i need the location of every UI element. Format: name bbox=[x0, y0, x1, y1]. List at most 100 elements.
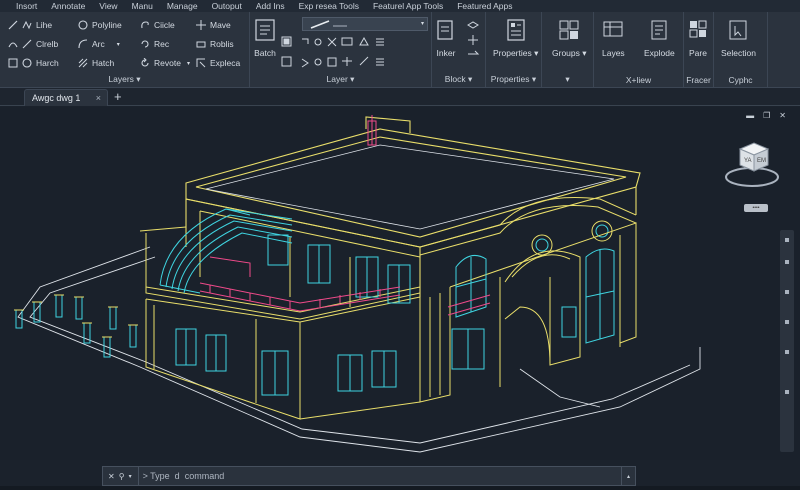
viewcube-icon: YA EM bbox=[725, 142, 779, 187]
viewcube[interactable]: YA EM •••• bbox=[722, 135, 782, 212]
chevron-down-icon[interactable]: ▾ bbox=[129, 473, 132, 480]
hatch-label: Hatch bbox=[92, 58, 115, 68]
snap-icon bbox=[22, 20, 32, 30]
polyline-label: Polyline bbox=[92, 20, 122, 30]
panel-view: Layes Explode X+liew bbox=[594, 12, 684, 88]
roblis-tool[interactable]: Roblis bbox=[196, 37, 234, 51]
panel-title-properties[interactable]: Properties ▾ bbox=[486, 74, 541, 85]
layes-label: Layes bbox=[602, 48, 625, 58]
revote-tool[interactable]: Revote ▾ bbox=[140, 56, 190, 70]
harch-tool[interactable]: Harch bbox=[8, 56, 59, 70]
circle-icon bbox=[78, 20, 88, 30]
new-tab-button[interactable]: + bbox=[114, 90, 122, 104]
viewcube-wcs-button[interactable]: •••• bbox=[744, 204, 768, 212]
arc-icon bbox=[78, 39, 88, 49]
drawing-canvas[interactable]: ▬ ❐ ✕ YA EM •••• bbox=[0, 107, 800, 460]
paste-icon bbox=[689, 20, 707, 38]
customize-icon[interactable]: ⚲ bbox=[119, 472, 125, 481]
properties-button[interactable]: Properties ▾ bbox=[493, 18, 538, 59]
explode-button[interactable]: Explode bbox=[644, 18, 675, 58]
rotate-arrow-icon bbox=[140, 58, 150, 68]
properties-label: Properties ▾ bbox=[493, 48, 539, 58]
svg-text:EM: EM bbox=[757, 158, 766, 164]
menu-insert[interactable]: Insort bbox=[16, 1, 37, 11]
panel-cyphc: Selection Cyphc bbox=[714, 12, 768, 88]
inker-button[interactable]: Inker bbox=[436, 18, 456, 58]
close-command-icon[interactable]: ✕ bbox=[108, 472, 115, 481]
menu-featured-app-tools[interactable]: Featurel App Tools bbox=[373, 1, 443, 11]
menu-add-ins[interactable]: Add Ins bbox=[256, 1, 285, 11]
explode-small-icon bbox=[196, 58, 206, 68]
panel-fracer: Pare Fracer bbox=[684, 12, 714, 88]
panel-title-layers[interactable]: Layers ▾ bbox=[0, 74, 249, 85]
inker-label: Inker bbox=[436, 48, 456, 58]
layes-button[interactable]: Layes bbox=[602, 18, 625, 58]
circle-tool[interactable]: Clrelb bbox=[8, 37, 58, 51]
rec-label: Rec bbox=[154, 39, 170, 49]
command-line-icons: ✕ ⚲ ▾ bbox=[103, 467, 139, 485]
panel-title-cyphc[interactable]: Cyphc bbox=[714, 75, 767, 85]
chevron-down-icon: ▾ bbox=[420, 21, 424, 27]
layes-icon bbox=[603, 21, 623, 37]
revote-label: Revote bbox=[154, 58, 181, 68]
panel-properties: Properties ▾ Properties ▾ bbox=[486, 12, 542, 88]
status-bar bbox=[0, 486, 800, 490]
menu-view[interactable]: View bbox=[99, 1, 117, 11]
rotate-icon bbox=[140, 39, 150, 49]
panel-layer: Batch ▾ Layer ▾ bbox=[250, 12, 432, 88]
panel-block: Inker Block ▾ bbox=[432, 12, 486, 88]
circle2-label: Ciicle bbox=[154, 20, 175, 30]
menu-featured-apps[interactable]: Featured Apps bbox=[457, 1, 512, 11]
polyline-tool[interactable]: Polyline bbox=[78, 18, 122, 32]
circle-tool-2[interactable]: Ciicle bbox=[140, 18, 175, 32]
selection-icon bbox=[729, 20, 747, 40]
hatch-tool[interactable]: Hatch bbox=[78, 56, 114, 70]
menu-output[interactable]: Outoput bbox=[212, 1, 242, 11]
layer-swatch-icon bbox=[310, 20, 347, 29]
menu-annotate[interactable]: Annotate bbox=[51, 1, 85, 11]
explode-small-tool[interactable]: Expleca bbox=[196, 56, 240, 70]
panel-title-layer[interactable]: Layer ▾ bbox=[250, 74, 431, 85]
pare-button[interactable]: Pare bbox=[687, 18, 709, 58]
menu-manu[interactable]: Manu bbox=[132, 1, 153, 11]
circle-label: Clrelb bbox=[36, 39, 59, 49]
command-line: ✕ ⚲ ▾ ▴ bbox=[102, 466, 636, 486]
panel-title-view[interactable]: X+liew bbox=[594, 75, 683, 85]
command-input[interactable] bbox=[138, 471, 621, 481]
panel-title-fracer[interactable]: Fracer bbox=[684, 75, 713, 85]
document-tab-bar: Awgc dwg 1 × + bbox=[0, 88, 800, 106]
panel-groups: Groups ▾ ▾ bbox=[542, 12, 594, 88]
menu-manage[interactable]: Manage bbox=[167, 1, 198, 11]
panel-title-block[interactable]: Block ▾ bbox=[432, 74, 485, 85]
batch-label: Batch bbox=[254, 48, 276, 58]
selection-button[interactable]: Selection bbox=[721, 18, 756, 58]
line-tool[interactable]: Lihe bbox=[8, 18, 52, 32]
batch-button[interactable]: Batch bbox=[254, 18, 276, 58]
menu-express-tools[interactable]: Exp resea Tools bbox=[299, 1, 359, 11]
close-icon[interactable]: × bbox=[96, 93, 101, 103]
hatch-icon bbox=[78, 58, 88, 68]
navigation-bar[interactable] bbox=[780, 230, 794, 452]
circle-small-icon bbox=[22, 58, 32, 68]
layer-dropdown[interactable]: ▾ bbox=[302, 17, 428, 31]
pare-label: Pare bbox=[689, 48, 707, 58]
harch-label: Harch bbox=[36, 58, 59, 68]
menu-bar: Insort Annotate View Manu Manage Outoput… bbox=[0, 0, 800, 12]
arc-tool[interactable]: Arc ▾ bbox=[78, 37, 120, 51]
chevron-up-icon: ▴ bbox=[626, 473, 630, 480]
chevron-down-icon: ▾ bbox=[116, 41, 120, 48]
roblis-label: Roblis bbox=[210, 39, 234, 49]
rec-tool[interactable]: Rec bbox=[140, 37, 169, 51]
tab-document[interactable]: Awgc dwg 1 × bbox=[24, 89, 108, 106]
panel-draw: Lihe Clrelb Harch Polyline Arc ▾ Hatch C bbox=[0, 12, 250, 88]
rect-icon bbox=[8, 58, 18, 68]
groups-icon bbox=[559, 20, 579, 40]
explode-icon bbox=[651, 20, 667, 40]
command-history-button[interactable]: ▴ bbox=[621, 467, 635, 485]
panel-title-groups[interactable]: ▾ bbox=[542, 74, 593, 85]
tab-document-label: Awgc dwg 1 bbox=[32, 93, 81, 103]
move-tool[interactable]: Mave bbox=[196, 18, 231, 32]
groups-button[interactable]: Groups ▾ bbox=[552, 18, 587, 59]
selection-label: Selection bbox=[721, 48, 756, 58]
block-tools-icons bbox=[467, 21, 480, 55]
